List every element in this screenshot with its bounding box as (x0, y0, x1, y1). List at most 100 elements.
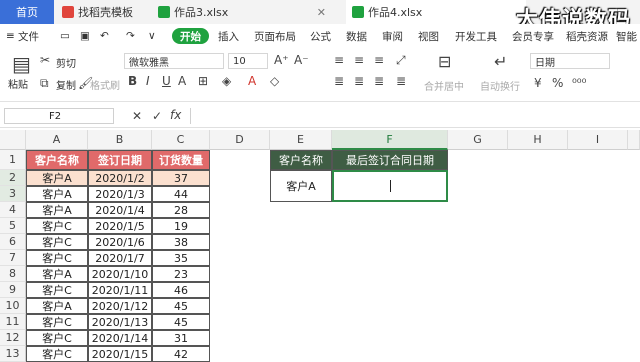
number-format-select[interactable]: 日期 (530, 53, 610, 69)
table2-lastdate-cell[interactable] (332, 170, 448, 202)
cut-button[interactable]: 剪切 (56, 55, 76, 70)
table1-date-cell[interactable]: 2020/1/12 (88, 298, 152, 314)
table1-customer-cell[interactable]: 客户C (26, 282, 88, 298)
col-header-h[interactable]: H (508, 130, 568, 150)
tab-book4[interactable]: 作品4.xlsx (346, 0, 526, 24)
table1-qty-cell[interactable]: 19 (152, 218, 210, 234)
table1-header-date[interactable]: 签订日期 (88, 150, 152, 170)
function-icon[interactable]: fx (170, 108, 181, 122)
align-middle-icon[interactable]: ≡ (354, 53, 364, 67)
row-header[interactable]: 10 (0, 298, 26, 314)
row-header[interactable]: 7 (0, 250, 26, 266)
font-name-select[interactable]: 微软雅黑 (124, 53, 224, 69)
fill-color-icon[interactable]: ◈ (222, 74, 231, 88)
menu-view[interactable]: 视图 (418, 28, 439, 44)
increase-font-icon[interactable]: A⁺ (274, 53, 289, 67)
table1-date-cell[interactable]: 2020/1/10 (88, 266, 152, 282)
menu-insert[interactable]: 插入 (218, 28, 239, 44)
table1-date-cell[interactable]: 2020/1/13 (88, 314, 152, 330)
row-header[interactable]: 12 (0, 330, 26, 346)
table1-qty-cell[interactable]: 28 (152, 202, 210, 218)
menu-smart[interactable]: 智能 (616, 28, 637, 44)
confirm-icon[interactable]: ✓ (152, 109, 162, 123)
menu-start[interactable]: 开始 (172, 28, 209, 44)
copy-icon[interactable]: ⧉ (40, 76, 49, 91)
table1-customer-cell[interactable]: 客户A (26, 186, 88, 202)
row-header[interactable]: 11 (0, 314, 26, 330)
col-header-c[interactable]: C (152, 130, 210, 150)
table1-customer-cell[interactable]: 客户A (26, 170, 88, 186)
scissors-icon[interactable]: ✂ (40, 53, 50, 67)
folder-icon[interactable]: ▭ (60, 28, 70, 44)
orientation-icon[interactable]: ⤢ (396, 53, 406, 68)
tab-book3[interactable]: 作品3.xlsx ✕ (152, 0, 332, 24)
row-header[interactable]: 5 (0, 218, 26, 234)
bold-icon[interactable]: B (128, 74, 137, 88)
undo-icon[interactable]: ↶ (100, 28, 109, 44)
col-header-a[interactable]: A (26, 130, 88, 150)
merge-center-icon[interactable]: ⊟ (438, 52, 451, 71)
table1-date-cell[interactable]: 2020/1/14 (88, 330, 152, 346)
table1-header-qty[interactable]: 订货数量 (152, 150, 210, 170)
font-size-select[interactable]: 10 (228, 53, 268, 69)
row-header[interactable]: 6 (0, 234, 26, 250)
name-box[interactable]: F2 (4, 108, 114, 124)
menu-file[interactable]: 文件 (18, 28, 39, 44)
table1-customer-cell[interactable]: 客户A (26, 202, 88, 218)
col-header-g[interactable]: G (448, 130, 508, 150)
menu-icon[interactable]: ≡ (6, 28, 15, 44)
table1-header-customer[interactable]: 客户名称 (26, 150, 88, 170)
table1-date-cell[interactable]: 2020/1/2 (88, 170, 152, 186)
row-header[interactable]: 4 (0, 202, 26, 218)
row-header[interactable]: 1 (0, 150, 26, 170)
table1-customer-cell[interactable]: 客户C (26, 218, 88, 234)
table1-qty-cell[interactable]: 35 (152, 250, 210, 266)
italic-icon[interactable]: I (146, 74, 150, 88)
table2-header-customer[interactable]: 客户名称 (270, 150, 332, 170)
table1-date-cell[interactable]: 2020/1/6 (88, 234, 152, 250)
menu-review[interactable]: 审阅 (382, 28, 403, 44)
menu-formulas[interactable]: 公式 (310, 28, 331, 44)
formula-input[interactable] (190, 108, 636, 124)
menu-member[interactable]: 会员专享 (512, 28, 554, 44)
align-top-icon[interactable]: ≡ (334, 53, 344, 67)
menu-daoke[interactable]: 稻壳资源 (566, 28, 608, 44)
table1-customer-cell[interactable]: 客户C (26, 330, 88, 346)
table1-date-cell[interactable]: 2020/1/5 (88, 218, 152, 234)
decrease-font-icon[interactable]: A⁻ (294, 53, 309, 67)
table2-customer-cell[interactable]: 客户A (270, 170, 332, 202)
currency-icon[interactable]: ¥ (534, 76, 542, 90)
paste-button[interactable]: 粘贴 (8, 76, 28, 91)
merge-center-button[interactable]: 合并居中 (424, 78, 464, 93)
format-painter-button[interactable]: 格式刷 (90, 77, 120, 92)
strikethrough-icon[interactable]: A (178, 74, 186, 88)
row-header[interactable]: 8 (0, 266, 26, 282)
table1-date-cell[interactable]: 2020/1/7 (88, 250, 152, 266)
wrap-text-button[interactable]: 自动换行 (480, 78, 520, 93)
col-header-d[interactable]: D (210, 130, 270, 150)
redo-icon[interactable]: ↷ (126, 28, 135, 44)
table1-qty-cell[interactable]: 38 (152, 234, 210, 250)
row-header[interactable]: 3 (0, 186, 26, 202)
table1-qty-cell[interactable]: 45 (152, 298, 210, 314)
align-bottom-icon[interactable]: ≡ (374, 53, 384, 67)
col-header-e[interactable]: E (270, 130, 332, 150)
table1-customer-cell[interactable]: 客户C (26, 234, 88, 250)
col-header-i[interactable]: I (568, 130, 628, 150)
table1-qty-cell[interactable]: 44 (152, 186, 210, 202)
table1-customer-cell[interactable]: 客户C (26, 250, 88, 266)
percent-icon[interactable]: % (552, 76, 563, 90)
table2-header-lastdate[interactable]: 最后签订合同日期 (332, 150, 448, 170)
menu-developer[interactable]: 开发工具 (455, 28, 497, 44)
font-color-icon[interactable]: A (248, 74, 256, 88)
menu-data[interactable]: 数据 (346, 28, 367, 44)
align-left-icon[interactable]: ≣ (334, 74, 344, 88)
paste-icon[interactable]: ▤ (12, 52, 31, 76)
row-header[interactable]: 2 (0, 170, 26, 186)
table1-qty-cell[interactable]: 37 (152, 170, 210, 186)
border-icon[interactable]: ⊞ (198, 74, 208, 88)
underline-icon[interactable]: U (162, 74, 171, 88)
table1-qty-cell[interactable]: 31 (152, 330, 210, 346)
table1-qty-cell[interactable]: 23 (152, 266, 210, 282)
tab-template[interactable]: 找稻壳模板 (56, 0, 148, 24)
